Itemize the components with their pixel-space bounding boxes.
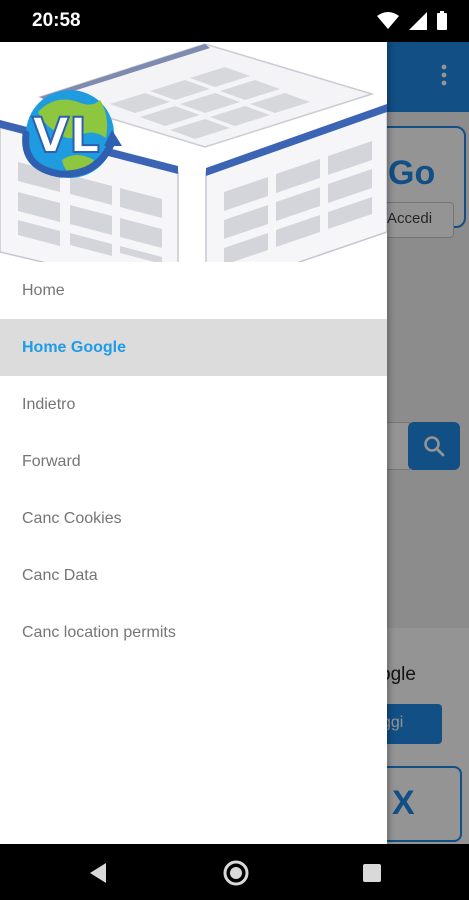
home-icon[interactable] [222, 859, 250, 887]
header-illustration: VL [0, 43, 387, 262]
recents-icon[interactable] [362, 863, 382, 883]
signal-icon [409, 11, 427, 30]
logo-text: VL [32, 108, 100, 164]
menu-item-home-google[interactable]: Home Google [0, 319, 387, 376]
drawer-header: VL [0, 42, 387, 262]
status-bar: 20:58 [0, 0, 469, 42]
status-icons [377, 11, 447, 30]
menu-item-indietro[interactable]: Indietro [0, 376, 387, 433]
battery-icon [437, 11, 447, 30]
system-nav-bar [0, 844, 469, 900]
wifi-icon [377, 11, 399, 29]
status-time: 20:58 [32, 10, 81, 31]
menu-item-canc-data[interactable]: Canc Data [0, 547, 387, 604]
navigation-drawer: VL Home Home Google Indietro Forward Can… [0, 42, 387, 844]
back-icon[interactable] [88, 862, 108, 884]
menu-item-canc-location-permits[interactable]: Canc location permits [0, 604, 387, 661]
drawer-menu: Home Home Google Indietro Forward Canc C… [0, 262, 387, 661]
menu-item-home[interactable]: Home [0, 262, 387, 319]
menu-item-canc-cookies[interactable]: Canc Cookies [0, 490, 387, 547]
menu-item-forward[interactable]: Forward [0, 433, 387, 490]
